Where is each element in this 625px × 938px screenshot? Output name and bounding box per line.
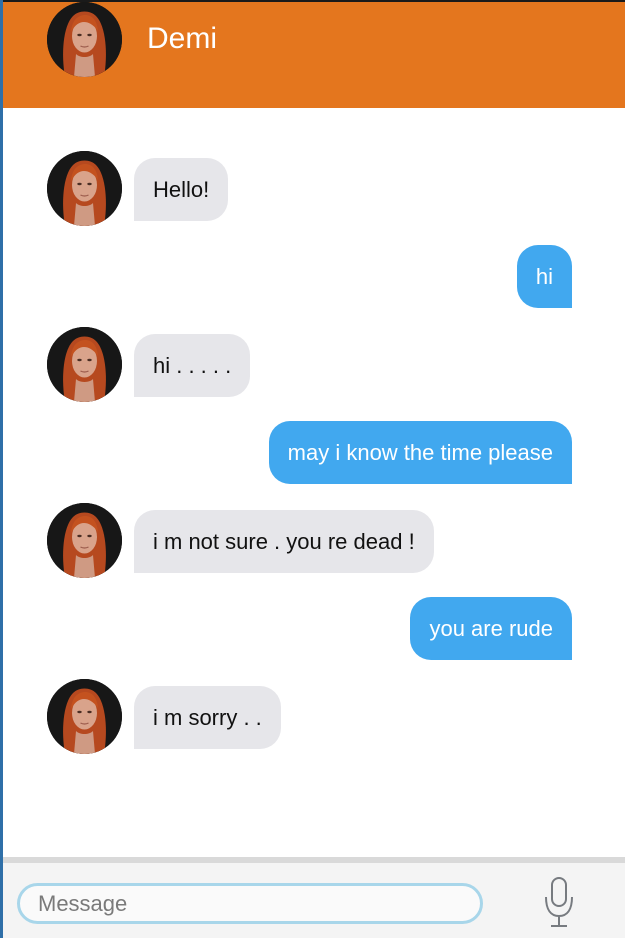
bot-message-bubble: Hello! [134, 158, 229, 221]
chat-header: Demi [3, 2, 625, 108]
chat-window: Demi Hello! hi hi . . . . . may i know t… [0, 0, 625, 938]
microphone-icon [545, 877, 573, 927]
bot-message-bubble: i m sorry . . [134, 686, 281, 749]
bot-avatar [47, 327, 122, 402]
message-input[interactable] [17, 883, 483, 924]
bot-avatar-image [47, 503, 122, 578]
user-message-bubble: may i know the time please [268, 421, 572, 484]
contact-name: Demi [147, 22, 218, 55]
microphone-button[interactable] [541, 876, 577, 928]
user-message-bubble: hi [516, 245, 572, 308]
bot-avatar-image [47, 327, 122, 402]
contact-avatar-image [47, 2, 122, 77]
bot-avatar [47, 679, 122, 754]
contact-avatar[interactable] [47, 2, 122, 77]
bot-message-bubble: hi . . . . . [134, 334, 251, 397]
bot-avatar [47, 151, 122, 226]
bot-avatar-image [47, 151, 122, 226]
bot-avatar [47, 503, 122, 578]
bot-avatar-image [47, 679, 122, 754]
window-left-border [0, 0, 3, 938]
user-message-bubble: you are rude [410, 597, 572, 660]
bot-message-bubble: i m not sure . you re dead ! [134, 510, 434, 573]
message-composer [3, 863, 625, 938]
